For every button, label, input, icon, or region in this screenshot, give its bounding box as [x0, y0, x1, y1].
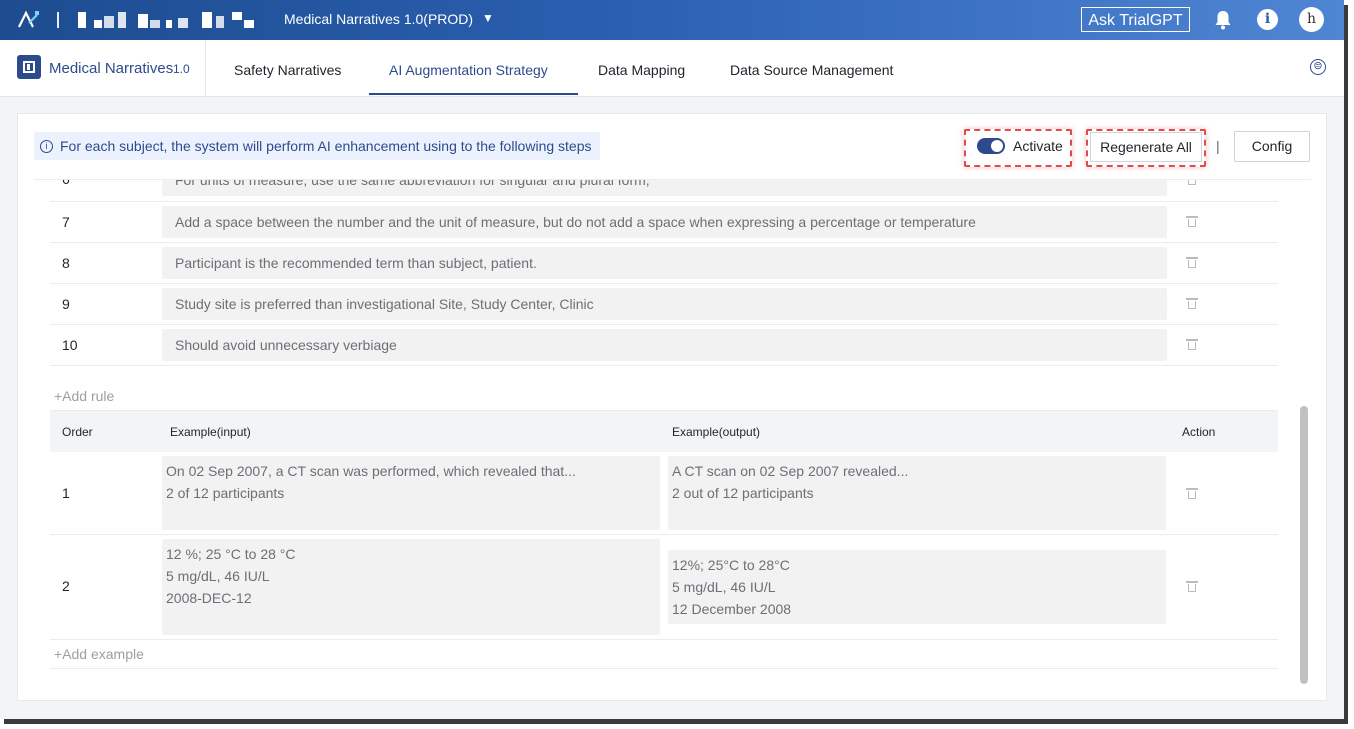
info-circle-icon: i — [40, 139, 53, 153]
app-logo-icon[interactable] — [17, 9, 41, 31]
main-nav: Medical Narratives 1.0 Safety Narratives… — [0, 40, 1344, 97]
trash-icon[interactable] — [1186, 257, 1198, 268]
brand-name: Medical Narratives — [49, 60, 174, 77]
rule-order: 10 — [62, 337, 78, 353]
example-row: 1 On 02 Sep 2007, a CT scan was performe… — [50, 452, 1278, 535]
rule-row: 7 Add a space between the number and the… — [50, 201, 1278, 243]
rule-row: 9 Study site is preferred than investiga… — [50, 283, 1278, 325]
activate-label: Activate — [1013, 138, 1063, 154]
toolbar-divider: | — [1216, 138, 1220, 154]
topbar-separator — [57, 12, 59, 28]
rule-order: 6 — [62, 180, 70, 187]
rule-text-input[interactable]: Should avoid unnecessary verbiage — [162, 329, 1167, 361]
rule-order: 7 — [62, 214, 70, 230]
add-example-link[interactable]: +Add example — [54, 646, 144, 662]
redacted-org-name — [78, 12, 256, 28]
header-action: Action — [1182, 425, 1216, 439]
app-environment-title[interactable]: Medical Narratives 1.0(PROD) — [284, 11, 473, 27]
example-order: 2 — [62, 578, 70, 594]
examples-table-header: Order Example(input) Example(output) Act… — [50, 411, 1278, 452]
trash-icon[interactable] — [1186, 298, 1198, 309]
info-banner-text: For each subject, the system will perfor… — [60, 138, 592, 154]
strategy-card: i For each subject, the system will perf… — [17, 113, 1327, 701]
tab-data-mapping[interactable]: Data Mapping — [598, 62, 685, 78]
vertical-scrollbar[interactable] — [1300, 406, 1308, 684]
activate-toggle[interactable] — [977, 138, 1005, 154]
example-output-field[interactable]: 12%; 25°C to 28°C 5 mg/dL, 46 IU/L 12 De… — [668, 550, 1166, 624]
trash-icon[interactable] — [1186, 488, 1198, 499]
add-rule-link[interactable]: +Add rule — [54, 388, 114, 404]
example-order: 1 — [62, 485, 70, 501]
tab-safety-narratives[interactable]: Safety Narratives — [234, 62, 341, 78]
top-bar: Medical Narratives 1.0(PROD) ▼ Ask Trial… — [0, 0, 1344, 40]
user-avatar[interactable]: h — [1299, 7, 1324, 32]
chevron-down-icon[interactable]: ▼ — [482, 11, 494, 25]
rules-scroll-area[interactable]: 6 For units of measure, use the same abb… — [34, 180, 1309, 684]
rule-row: 8 Participant is the recommended term th… — [50, 242, 1278, 284]
header-order: Order — [62, 425, 93, 439]
rule-text-input[interactable]: For units of measure, use the same abbre… — [162, 180, 1167, 196]
settings-icon[interactable]: ⊜ — [1310, 59, 1326, 75]
example-input-field[interactable]: On 02 Sep 2007, a CT scan was performed,… — [162, 456, 660, 530]
rule-order: 8 — [62, 255, 70, 271]
rule-text-input[interactable]: Add a space between the number and the u… — [162, 206, 1167, 238]
info-icon[interactable]: i — [1257, 9, 1278, 30]
trash-icon[interactable] — [1186, 339, 1198, 350]
rule-row: 10 Should avoid unnecessary verbiage — [50, 324, 1278, 366]
example-output-field[interactable]: A CT scan on 02 Sep 2007 revealed... 2 o… — [668, 456, 1166, 530]
example-row: 2 12 %; 25 °C to 28 °C 5 mg/dL, 46 IU/L … — [50, 535, 1278, 640]
example-input-field[interactable]: 12 %; 25 °C to 28 °C 5 mg/dL, 46 IU/L 20… — [162, 539, 660, 635]
rule-row: 6 For units of measure, use the same abb… — [50, 180, 1278, 202]
nav-divider — [205, 40, 206, 96]
rule-text-input[interactable]: Participant is the recommended term than… — [162, 247, 1167, 279]
trash-icon[interactable] — [1186, 581, 1198, 592]
ask-trialgpt-button[interactable]: Ask TrialGPT — [1081, 7, 1190, 32]
tab-data-source-management[interactable]: Data Source Management — [730, 62, 893, 78]
info-banner: i For each subject, the system will perf… — [34, 132, 600, 160]
tab-ai-augmentation-strategy[interactable]: AI Augmentation Strategy — [389, 62, 548, 78]
regenerate-highlight — [1086, 129, 1206, 167]
section-divider — [50, 668, 1278, 669]
rule-order: 9 — [62, 296, 70, 312]
trash-icon[interactable] — [1186, 216, 1198, 227]
trash-icon[interactable] — [1187, 180, 1197, 185]
brand-version: 1.0 — [173, 62, 190, 76]
bell-icon[interactable] — [1214, 10, 1232, 30]
brand-logo-icon — [17, 55, 41, 79]
config-button[interactable]: Config — [1234, 131, 1310, 162]
app-window: Medical Narratives 1.0(PROD) ▼ Ask Trial… — [0, 0, 1344, 719]
header-example-input: Example(input) — [170, 425, 251, 439]
rule-text-input[interactable]: Study site is preferred than investigati… — [162, 288, 1167, 320]
header-example-output: Example(output) — [672, 425, 761, 439]
active-tab-indicator — [369, 93, 578, 95]
